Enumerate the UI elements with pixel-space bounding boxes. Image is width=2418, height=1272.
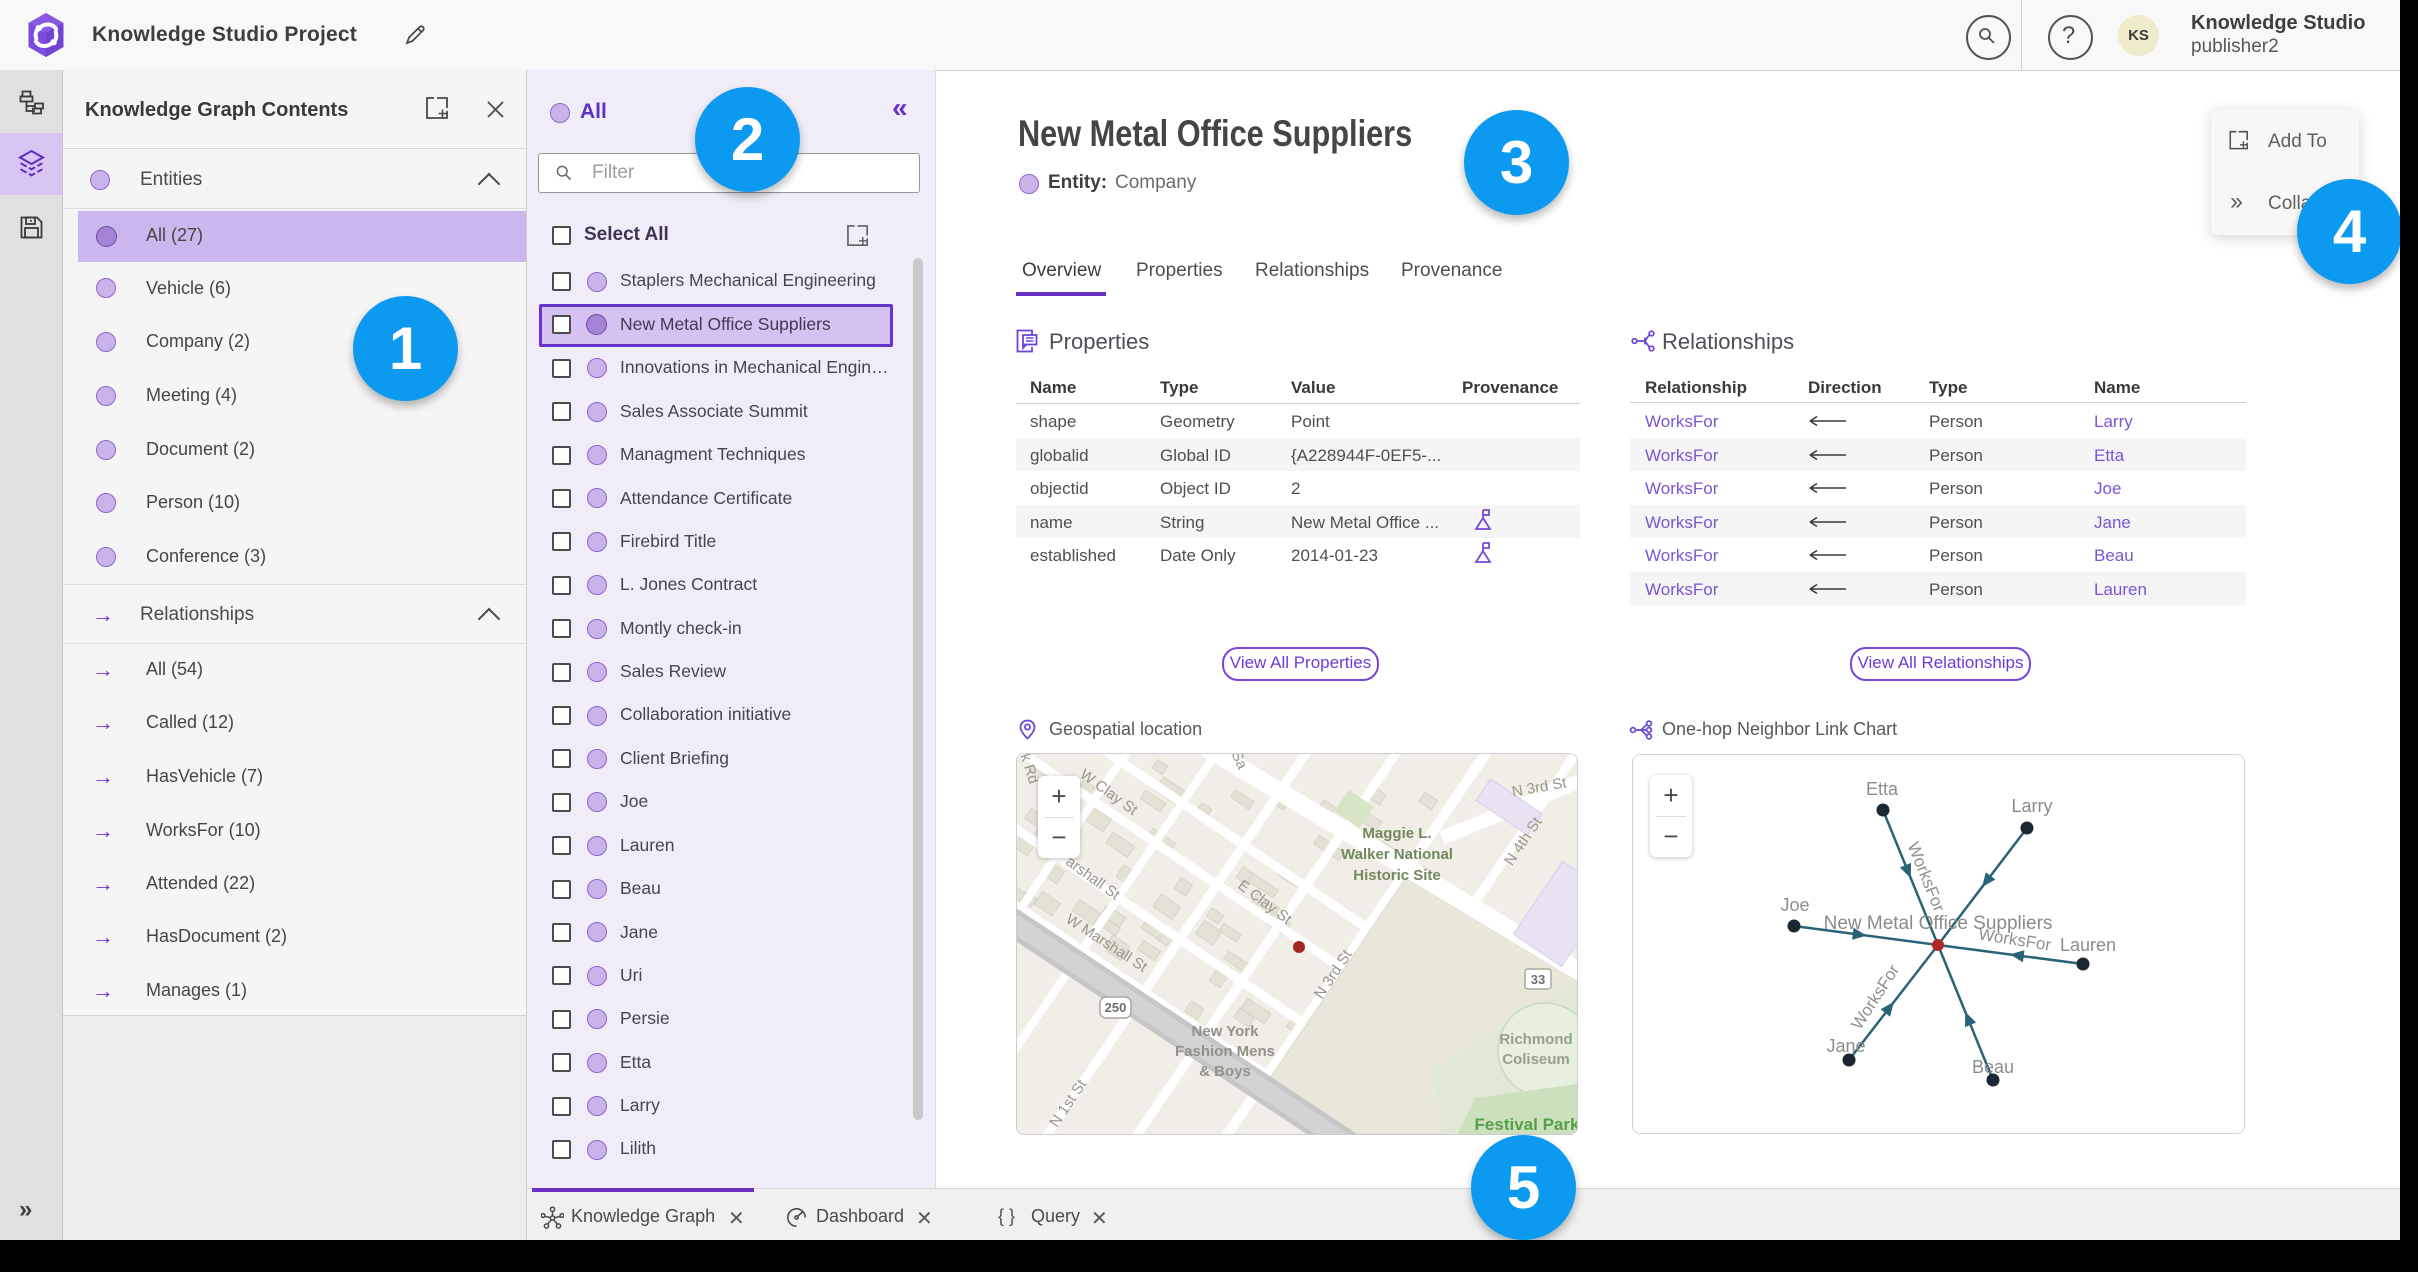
svg-text:& Boys: & Boys bbox=[1199, 1063, 1251, 1080]
svg-text:New York: New York bbox=[1192, 1023, 1260, 1040]
svg-text:Joe: Joe bbox=[1780, 895, 1809, 915]
svg-text:Fashion Mens: Fashion Mens bbox=[1175, 1043, 1275, 1060]
svg-text:Lauren: Lauren bbox=[2060, 935, 2116, 955]
svg-text:Historic Site: Historic Site bbox=[1353, 867, 1441, 884]
svg-text:WorksFor: WorksFor bbox=[1847, 961, 1903, 1033]
svg-text:Maggie L.: Maggie L. bbox=[1362, 825, 1431, 842]
svg-text:Beau: Beau bbox=[1972, 1057, 2014, 1077]
svg-text:Richmond: Richmond bbox=[1499, 1031, 1572, 1048]
svg-text:33: 33 bbox=[1531, 972, 1545, 987]
svg-text:Larry: Larry bbox=[2011, 796, 2052, 816]
svg-text:Festival Park: Festival Park bbox=[1475, 1115, 1577, 1134]
svg-text:Jane: Jane bbox=[1826, 1036, 1865, 1056]
svg-text:Etta: Etta bbox=[1866, 779, 1899, 799]
svg-text:Coliseum: Coliseum bbox=[1502, 1051, 1570, 1068]
svg-text:Walker National: Walker National bbox=[1341, 846, 1453, 863]
svg-text:250: 250 bbox=[1105, 1000, 1127, 1015]
